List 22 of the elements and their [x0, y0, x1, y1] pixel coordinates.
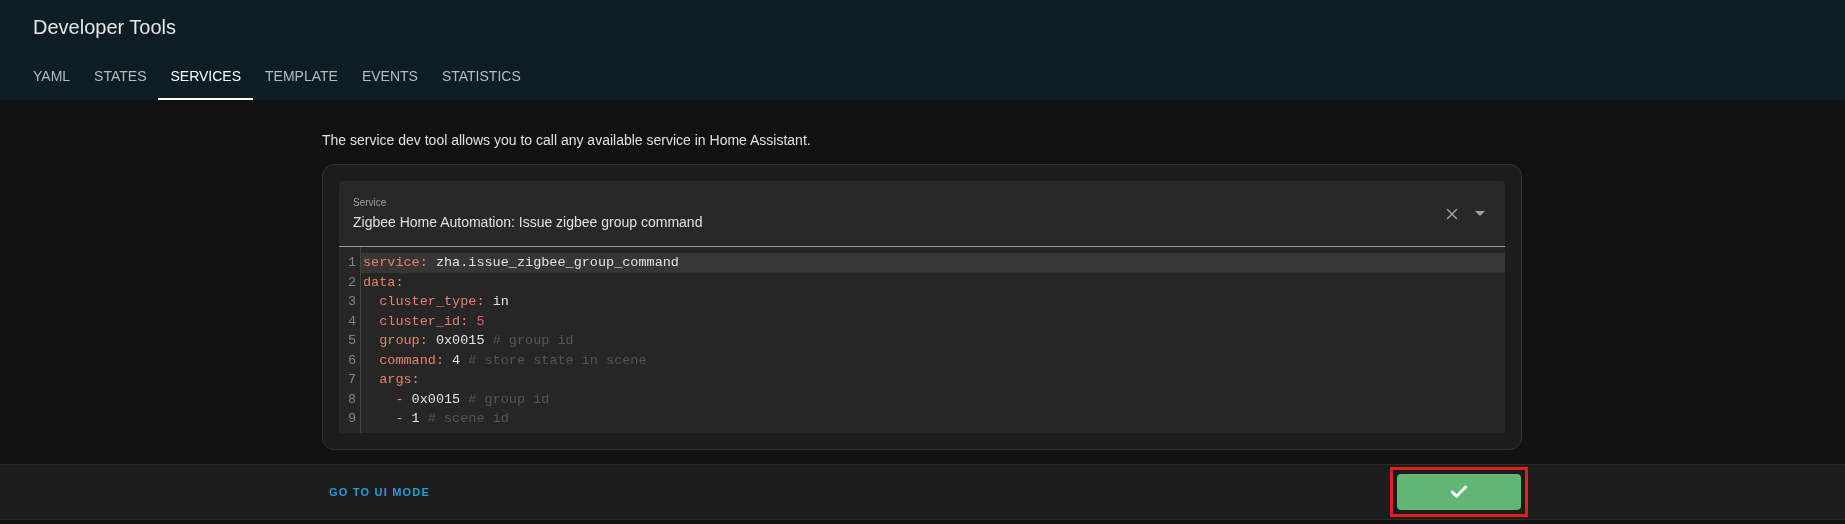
line-number: 2 — [347, 273, 356, 292]
tab[interactable]: STATISTICS — [429, 58, 533, 100]
service-field[interactable]: Service Zigbee Home Automation: Issue zigbee group command — [339, 181, 1505, 247]
tab[interactable]: SERVICES — [158, 58, 254, 100]
tab[interactable]: EVENTS — [349, 58, 430, 100]
tab[interactable]: YAML — [21, 58, 83, 100]
page-title: Developer Tools — [33, 15, 177, 40]
line-number: 4 — [347, 312, 356, 331]
dropdown-caret-icon[interactable] — [1475, 211, 1485, 216]
line-number: 8 — [347, 390, 356, 409]
ui-mode-link[interactable]: GO TO UI MODE — [329, 483, 430, 501]
line-number: 3 — [347, 293, 356, 311]
line-number: 7 — [347, 371, 356, 389]
tab[interactable]: TEMPLATE — [253, 58, 350, 100]
description-text: The service dev tool allows you to call any available service in Home Assistant. — [322, 131, 811, 150]
field-label: Service — [353, 195, 387, 210]
line-number: 1 — [347, 254, 356, 272]
line-number: 6 — [347, 351, 356, 370]
field-value: Zigbee Home Automation: Issue zigbee group command — [353, 212, 703, 232]
line-number: 9 — [347, 410, 356, 428]
tab[interactable]: STATES — [82, 58, 159, 100]
line-number: 5 — [347, 332, 356, 350]
